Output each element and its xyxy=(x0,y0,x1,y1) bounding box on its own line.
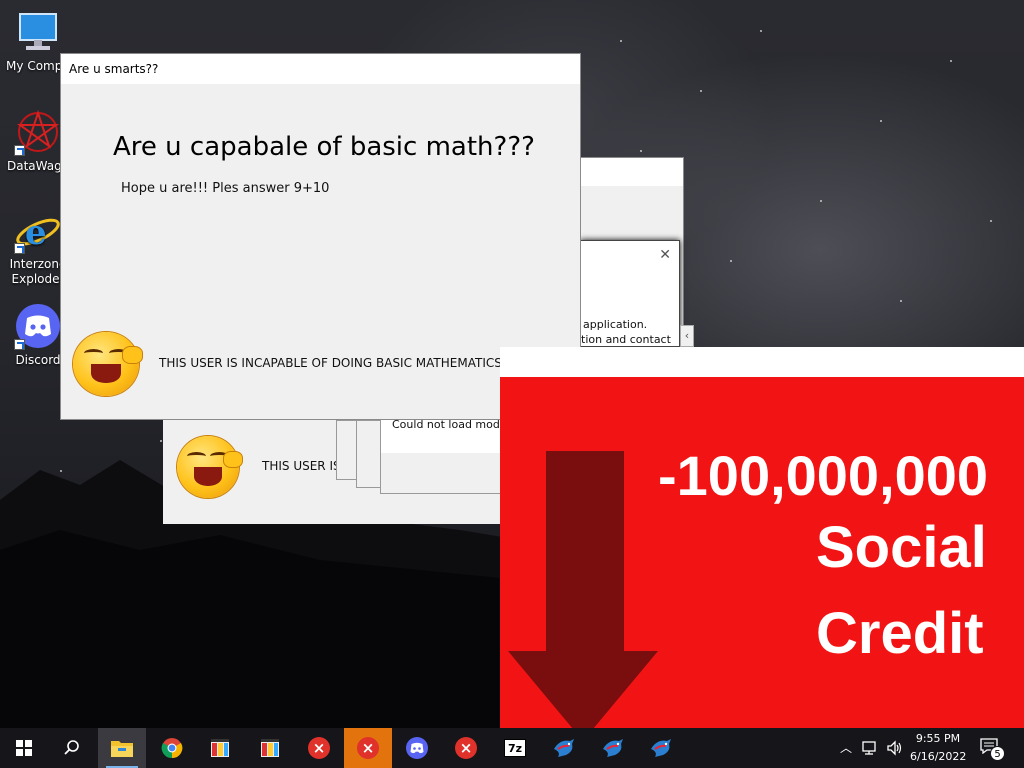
bird-icon xyxy=(603,739,623,757)
network-icon[interactable] xyxy=(862,740,880,756)
error-dialog[interactable]: ✕ application. tion and contact xyxy=(580,240,680,347)
close-icon[interactable]: ✕ xyxy=(659,247,671,263)
windows-logo-icon xyxy=(16,740,32,756)
taskbar-app-bird-1[interactable] xyxy=(540,728,588,768)
discord-icon xyxy=(14,302,62,350)
taskbar-app-bird-3[interactable] xyxy=(637,728,685,768)
laughing-emoji-icon xyxy=(177,436,243,498)
quiz-subtext: Hope u are!!! Ples answer 9+10 xyxy=(121,181,330,196)
bird-icon xyxy=(651,739,671,757)
window-title: Are u smarts?? xyxy=(69,62,159,76)
error-icon: × xyxy=(455,737,477,759)
taskbar: × × × 7z ︿ 9:55 PM 6/16/2022 5 xyxy=(0,728,1024,768)
quiz-bottom-message: THIS USER IS INCAPABLE OF DOING BASIC MA… xyxy=(159,356,541,370)
credit-amount: -100,000,000 xyxy=(658,444,989,507)
notification-badge: 5 xyxy=(990,746,1005,761)
search-button[interactable] xyxy=(48,728,96,768)
social-credit-image: -100,000,000 Social Credit xyxy=(500,377,1024,728)
error-icon: × xyxy=(357,737,379,759)
colorful-window-icon xyxy=(211,739,229,757)
taskbar-app-window-1[interactable] xyxy=(196,728,244,768)
scroll-left-arrow[interactable]: ‹ xyxy=(680,325,694,347)
notification-button[interactable]: 5 xyxy=(980,738,1006,761)
bird-icon xyxy=(554,739,574,757)
credit-line-social: Social xyxy=(816,515,987,580)
taskbar-file-explorer[interactable] xyxy=(98,728,146,768)
taskbar-app-window-2[interactable] xyxy=(246,728,294,768)
stacked-window-titlebar[interactable] xyxy=(576,158,683,186)
folder-icon xyxy=(111,741,133,757)
down-arrow-icon xyxy=(508,451,658,728)
taskbar-error-3[interactable]: × xyxy=(442,728,490,768)
monitor-icon xyxy=(14,8,62,56)
dialog-footer xyxy=(381,453,505,493)
discord-icon xyxy=(406,737,428,759)
svg-text:e: e xyxy=(25,213,47,253)
social-credit-window[interactable]: -100,000,000 Social Credit xyxy=(500,347,1024,728)
taskbar-app-bird-2[interactable] xyxy=(589,728,637,768)
7zip-icon: 7z xyxy=(504,739,526,757)
start-button[interactable] xyxy=(0,728,48,768)
colorful-window-icon xyxy=(261,739,279,757)
module-error-dialog[interactable]: Could not load modu xyxy=(380,412,507,494)
chrome-icon xyxy=(161,738,183,759)
error-icon: × xyxy=(308,737,330,759)
credit-line-credit: Credit xyxy=(816,601,984,666)
internet-explorer-icon: e xyxy=(14,206,62,254)
clock-time[interactable]: 9:55 PM xyxy=(910,732,966,745)
pentagram-icon xyxy=(14,108,62,156)
taskbar-7zip[interactable]: 7z xyxy=(491,728,539,768)
search-icon xyxy=(64,740,79,755)
error-text-line1: application. xyxy=(583,318,648,331)
laughing-emoji-icon xyxy=(73,332,143,396)
volume-icon[interactable] xyxy=(886,739,904,757)
taskbar-error-2[interactable]: × xyxy=(344,728,392,768)
chevron-up-icon[interactable]: ︿ xyxy=(838,740,854,756)
taskbar-chrome[interactable] xyxy=(148,728,196,768)
error-text-line2: tion and contact xyxy=(581,333,671,346)
quiz-window-titlebar[interactable]: Are u smarts?? xyxy=(61,54,580,84)
clock-date[interactable]: 6/16/2022 xyxy=(910,750,966,763)
taskbar-discord[interactable] xyxy=(393,728,441,768)
quiz-heading: Are u capabale of basic math??? xyxy=(113,132,535,162)
taskbar-error-1[interactable]: × xyxy=(295,728,343,768)
